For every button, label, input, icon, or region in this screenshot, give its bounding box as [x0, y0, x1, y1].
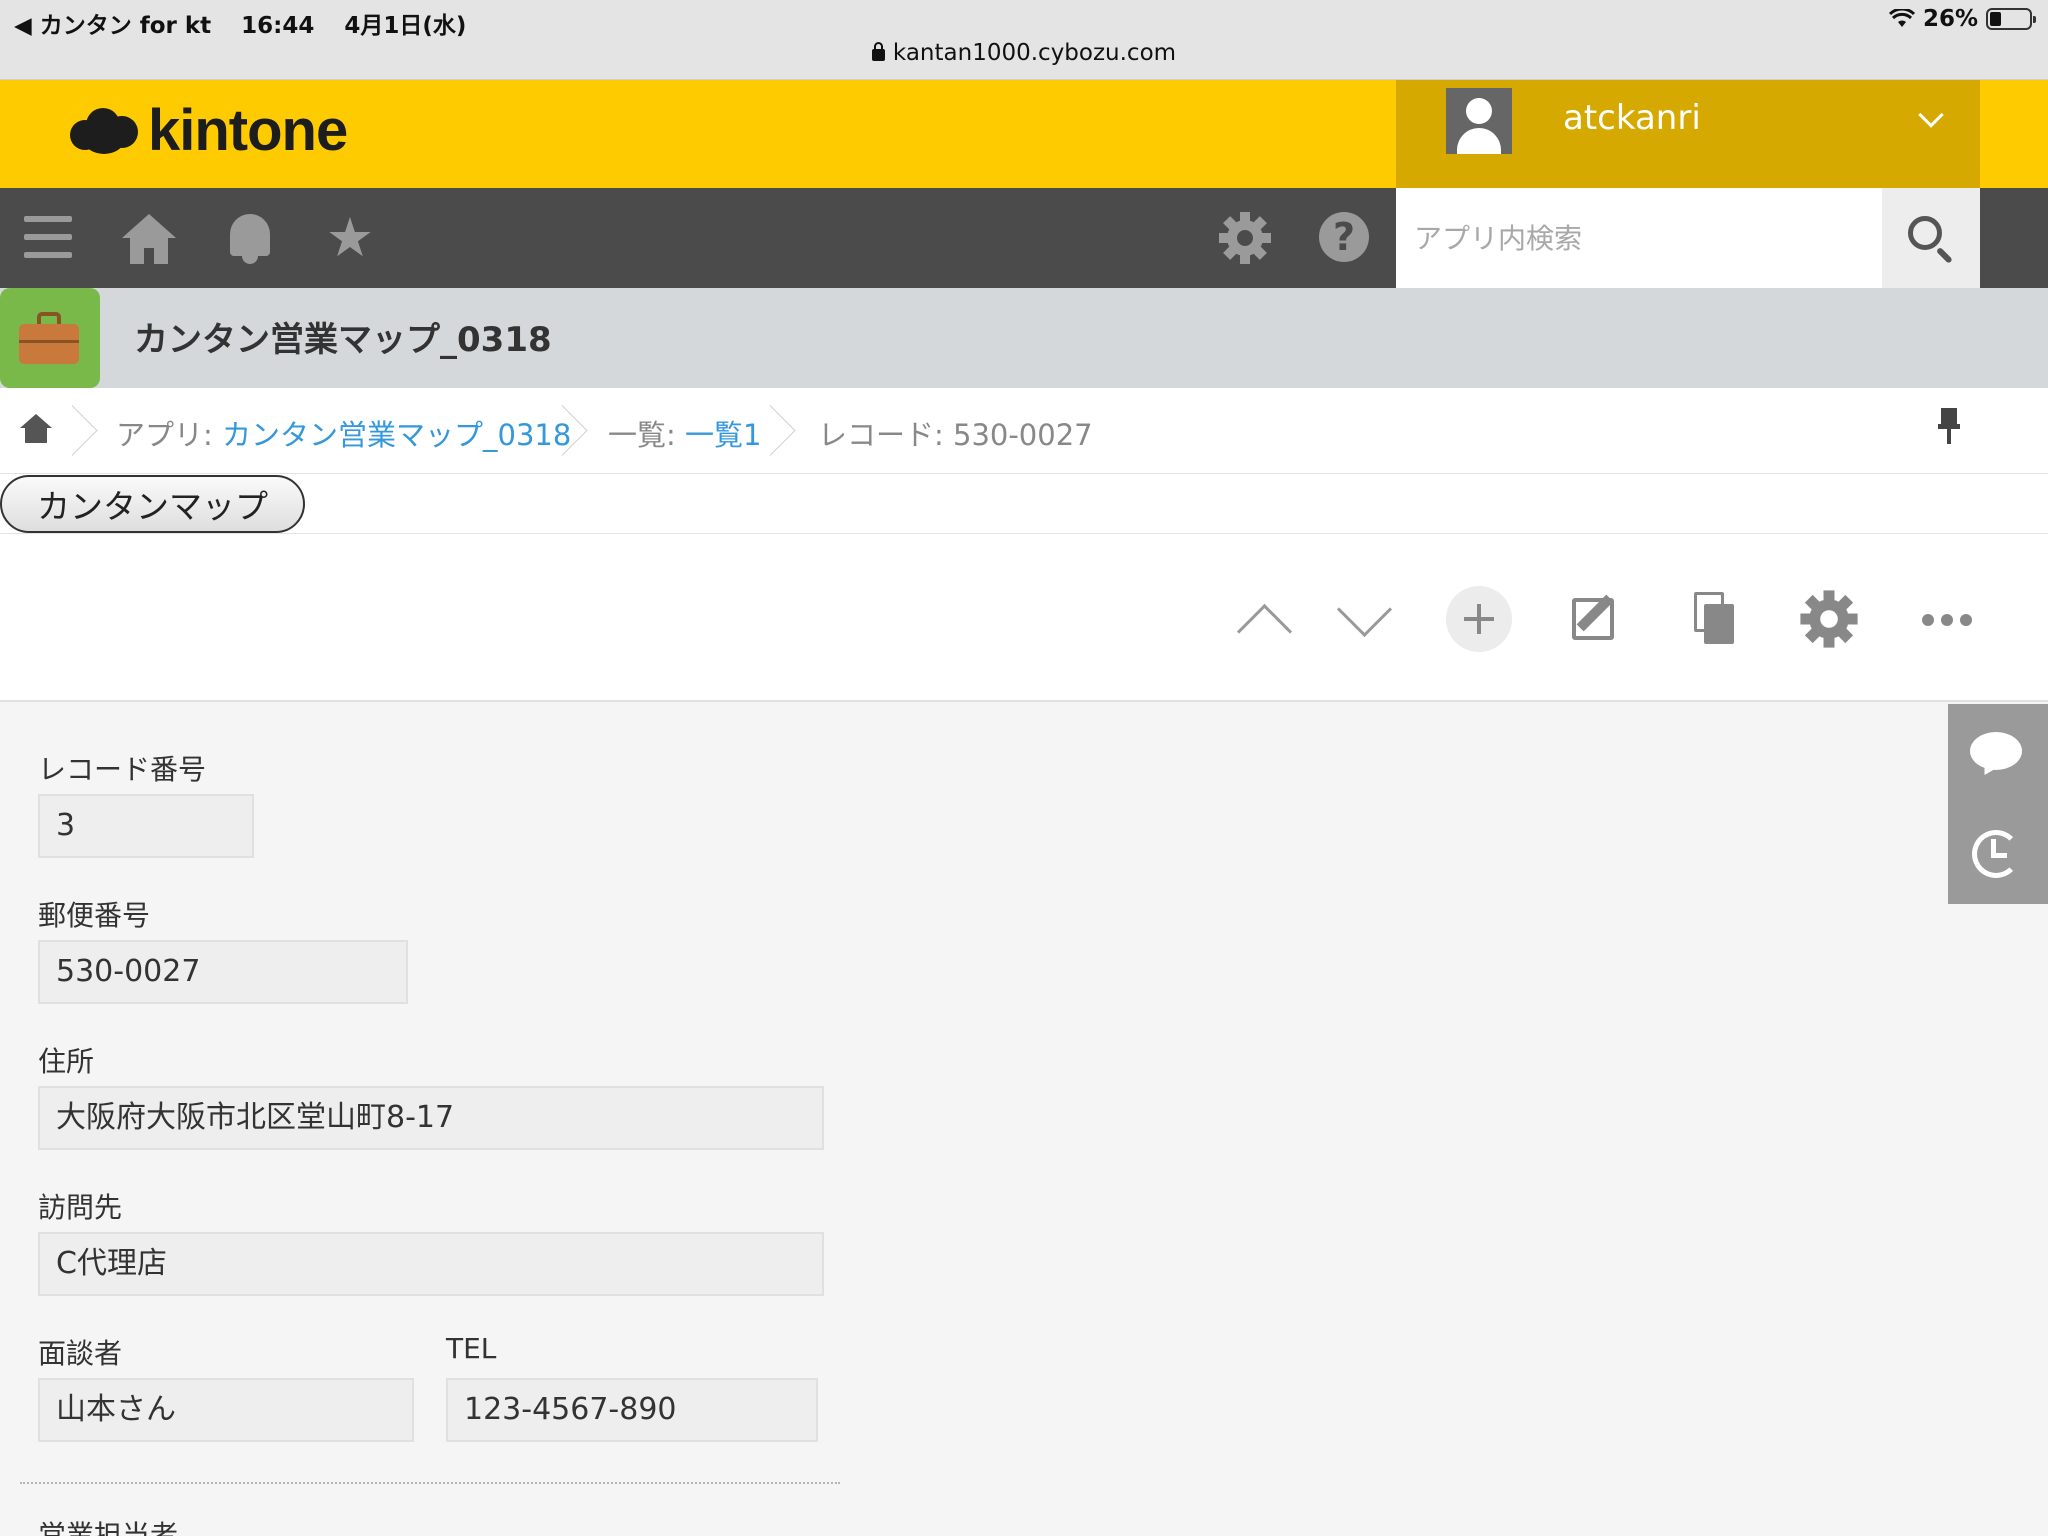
tel-label: TEL: [446, 1332, 497, 1365]
user-menu[interactable]: atckanri: [1396, 80, 1980, 188]
status-left: ◀ カンタン for kt 16:44 4月1日(水): [14, 6, 488, 40]
address-label: 住所: [38, 1045, 95, 1078]
sales-rep-label: 営業担当者: [38, 1519, 179, 1536]
kintone-logo[interactable]: kintone: [70, 90, 348, 170]
app-search: [1396, 188, 1980, 288]
record-number-value: 3: [38, 794, 254, 858]
app-title-bar: カンタン営業マップ_0318: [0, 288, 2048, 388]
favorites-star-icon[interactable]: ★: [320, 208, 380, 268]
app-title: カンタン営業マップ_0318: [134, 320, 552, 360]
address-bar[interactable]: kantan1000.cybozu.com: [0, 40, 2048, 66]
breadcrumb-list-link[interactable]: 一覧1: [685, 418, 761, 452]
menu-icon[interactable]: [20, 208, 80, 268]
side-panel: [1948, 704, 2048, 904]
visit-destination-value: C代理店: [38, 1232, 824, 1296]
search-button[interactable]: [1882, 188, 1980, 288]
avatar: [1446, 88, 1512, 154]
comment-icon[interactable]: [1970, 732, 2022, 770]
battery-icon: [1986, 8, 2036, 30]
tel-value: 123-4567-890: [446, 1378, 818, 1442]
global-toolbar: ★ ?: [0, 188, 2048, 288]
interviewee-label: 面談者: [38, 1337, 123, 1370]
username: atckanri: [1563, 98, 1701, 138]
postal-code-label: 郵便番号: [38, 899, 151, 932]
ios-status-bar: ◀ カンタン for kt 16:44 4月1日(水) 26% kantan10…: [0, 0, 2048, 80]
postal-code-value: 530-0027: [38, 940, 408, 1004]
next-record-chevron-down-icon[interactable]: [1328, 586, 1394, 652]
previous-record-chevron-up-icon[interactable]: [1228, 586, 1294, 652]
breadcrumb-list-prefix: 一覧:: [608, 418, 685, 452]
help-icon[interactable]: ?: [1315, 208, 1375, 268]
breadcrumb-record: レコード: 530-0027: [818, 418, 1093, 452]
custom-button-row: カンタンマップ: [0, 474, 2048, 534]
record-action-bar: [0, 534, 2048, 702]
record-form: レコード番号 3 郵便番号 530-0027 住所 大阪府大阪市北区堂山町8-1…: [0, 704, 1948, 1536]
wifi-icon: [1888, 9, 1915, 27]
home-icon[interactable]: [120, 208, 180, 268]
breadcrumb-list: 一覧: 一覧1: [608, 412, 761, 454]
history-icon[interactable]: [1972, 830, 2020, 878]
breadcrumb-home-icon[interactable]: [20, 414, 52, 446]
notification-bell-icon[interactable]: [220, 208, 280, 268]
battery-percent: 26%: [1922, 6, 1978, 32]
status-date: 4月1日(水): [344, 13, 467, 39]
record-settings-gear-icon[interactable]: [1796, 586, 1862, 652]
briefcase-app-icon: [0, 288, 100, 388]
breadcrumb-app: アプリ: カンタン営業マップ_0318: [116, 412, 571, 454]
cloud-logo-icon: [70, 106, 140, 154]
breadcrumb-app-prefix: アプリ:: [116, 418, 222, 452]
settings-gear-icon[interactable]: [1215, 208, 1275, 268]
search-icon: [1908, 216, 1942, 250]
edit-record-icon[interactable]: [1562, 586, 1628, 652]
search-input[interactable]: [1396, 188, 1882, 288]
visit-destination-label: 訪問先: [38, 1191, 123, 1224]
breadcrumb-app-link[interactable]: カンタン営業マップ_0318: [222, 418, 571, 452]
add-record-plus-icon[interactable]: [1446, 586, 1512, 652]
kantan-map-button[interactable]: カンタンマップ: [0, 475, 305, 533]
chevron-down-icon: [1918, 102, 1944, 128]
breadcrumb-separator: [72, 388, 112, 474]
status-right: 26%: [1888, 6, 2036, 32]
breadcrumb-separator: [562, 388, 602, 474]
duplicate-record-icon[interactable]: [1680, 586, 1746, 652]
record-number-label: レコード番号: [38, 753, 207, 786]
logo-text: kintone: [148, 97, 348, 163]
pin-icon[interactable]: [1938, 408, 1960, 448]
breadcrumb: アプリ: カンタン営業マップ_0318 一覧: 一覧1 レコード: 530-00…: [0, 388, 2048, 474]
back-to-app-link[interactable]: ◀ カンタン for kt: [14, 13, 211, 39]
breadcrumb-separator: [770, 388, 810, 474]
more-options-icon[interactable]: [1914, 586, 1980, 652]
lock-icon: [871, 42, 885, 61]
interviewee-value: 山本さん: [38, 1378, 414, 1442]
app-header: kintone atckanri: [0, 80, 2048, 188]
address-value: 大阪府大阪市北区堂山町8-17: [38, 1086, 824, 1150]
url-text: kantan1000.cybozu.com: [892, 40, 1177, 66]
field-divider: [20, 1482, 840, 1484]
status-time: 16:44: [241, 13, 315, 39]
